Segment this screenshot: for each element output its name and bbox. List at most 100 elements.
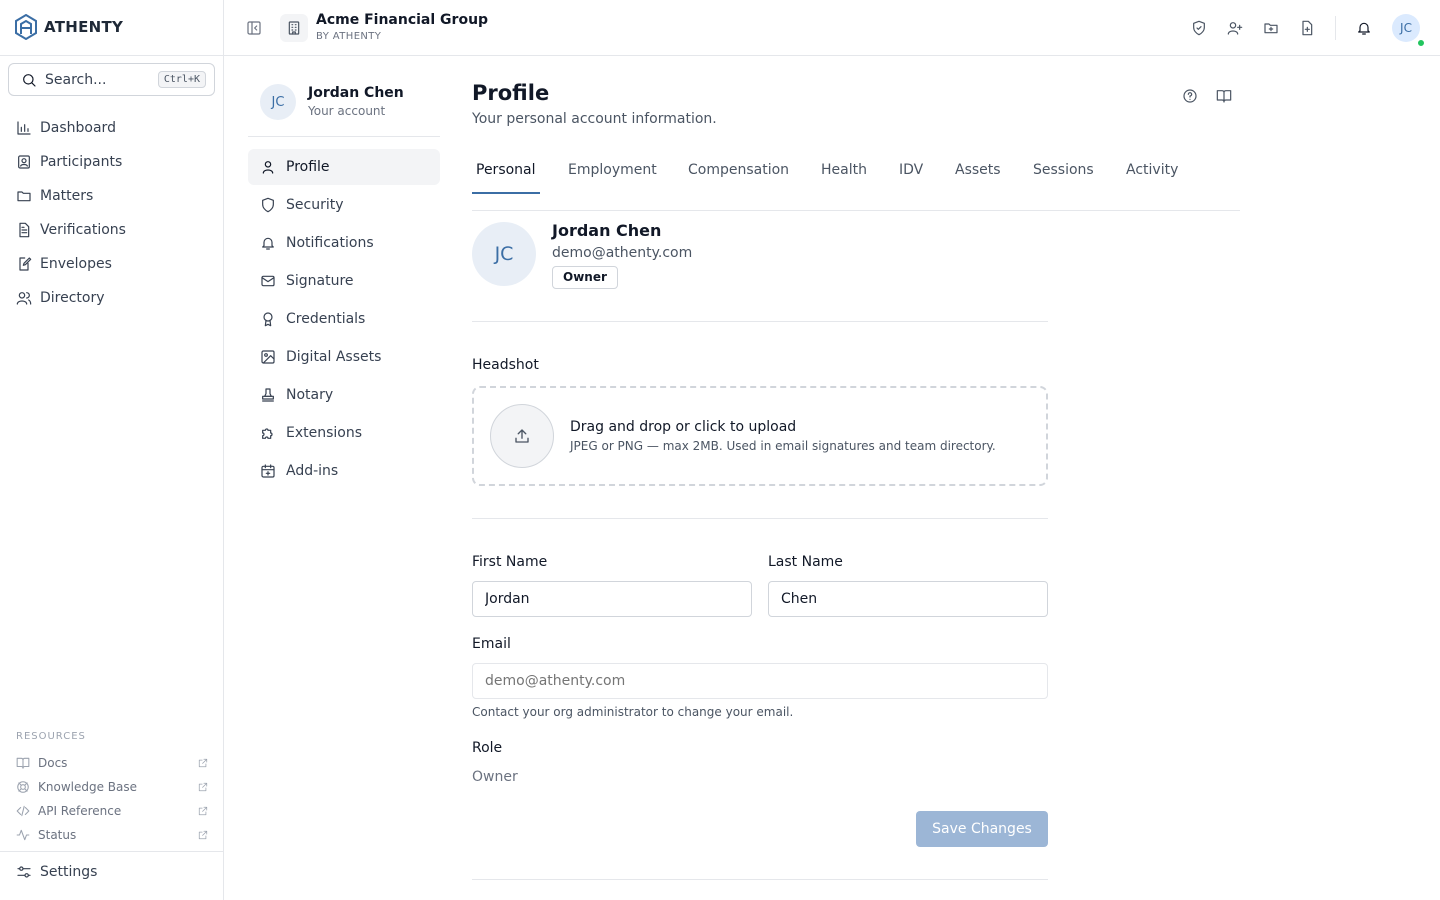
help-circle-icon[interactable]	[1182, 88, 1198, 104]
activity-icon	[16, 828, 30, 842]
sliders-icon	[16, 864, 32, 880]
file-plus-icon[interactable]	[1299, 20, 1315, 36]
building-icon[interactable]	[280, 14, 308, 42]
resource-link-docs[interactable]: Docs	[16, 751, 208, 775]
settings-nav-security[interactable]: Security	[248, 187, 440, 223]
settings-nav-digital-assets[interactable]: Digital Assets	[248, 339, 440, 375]
external-link-icon	[198, 758, 208, 768]
tab-sessions[interactable]: Sessions	[1029, 150, 1098, 194]
settings-nav-label: Notary	[286, 387, 334, 403]
award-icon	[260, 311, 276, 327]
settings-nav-label: Signature	[286, 273, 354, 289]
nav-label: Matters	[40, 188, 94, 204]
resource-link-knowledge-base[interactable]: Knowledge Base	[16, 775, 208, 799]
headshot-label: Headshot	[472, 357, 539, 373]
resources-list: Docs Knowledge Base API Reference Status	[16, 751, 208, 847]
tab-employment[interactable]: Employment	[564, 150, 661, 194]
image-icon	[260, 349, 276, 365]
settings-nav: Profile Security Notifications Signature…	[248, 149, 440, 491]
account-subtitle: Your account	[308, 104, 386, 118]
user-plus-icon[interactable]	[1227, 20, 1243, 36]
divider	[472, 518, 1048, 519]
search-input[interactable]: Search... Ctrl+K	[8, 63, 215, 96]
page-subtitle: Your personal account information.	[472, 111, 717, 127]
tab-idv[interactable]: IDV	[895, 150, 927, 194]
nav-item-directory[interactable]: Directory	[8, 281, 215, 315]
resource-link-status[interactable]: Status	[16, 823, 208, 847]
page-title: Profile	[472, 81, 550, 105]
app-sidebar: ATHENTY Search... Ctrl+K Dashboard Parti…	[0, 0, 224, 900]
settings-label: Settings	[40, 864, 98, 880]
settings-nav-label: Extensions	[286, 425, 363, 441]
user-avatar-button[interactable]: JC	[1392, 14, 1420, 42]
bar-chart-icon	[16, 120, 32, 136]
users-icon	[16, 290, 32, 306]
settings-nav-notifications[interactable]: Notifications	[248, 225, 440, 261]
resource-link-api-reference[interactable]: API Reference	[16, 799, 208, 823]
shield-icon	[260, 197, 276, 213]
shield-check-icon[interactable]	[1191, 20, 1207, 36]
bell-icon[interactable]	[1356, 20, 1372, 36]
divider	[1335, 16, 1336, 40]
nav-label: Dashboard	[40, 120, 116, 136]
email-field[interactable]	[472, 663, 1048, 699]
resource-label: Knowledge Base	[38, 780, 137, 794]
settings-nav-label: Security	[286, 197, 344, 213]
tab-activity[interactable]: Activity	[1122, 150, 1182, 194]
athenty-logo-icon	[14, 14, 38, 40]
settings-nav-label: Profile	[286, 159, 330, 175]
save-changes-button[interactable]: Save Changes	[916, 811, 1048, 847]
account-name: Jordan Chen	[308, 85, 404, 101]
tab-personal[interactable]: Personal	[472, 150, 540, 194]
nav-item-verifications[interactable]: Verifications	[8, 213, 215, 247]
nav-item-participants[interactable]: Participants	[8, 145, 215, 179]
tab-compensation[interactable]: Compensation	[684, 150, 793, 194]
settings-link[interactable]: Settings	[16, 864, 97, 880]
nav-item-dashboard[interactable]: Dashboard	[8, 111, 215, 145]
folder-plus-icon[interactable]	[1263, 20, 1279, 36]
first-name-field[interactable]	[472, 581, 752, 617]
settings-nav-add-ins[interactable]: Add-ins	[248, 453, 440, 489]
settings-nav-label: Add-ins	[286, 463, 339, 479]
nav-label: Envelopes	[40, 256, 112, 272]
settings-nav-credentials[interactable]: Credentials	[248, 301, 440, 337]
search-icon	[21, 72, 37, 88]
contact-card-icon	[16, 154, 32, 170]
book-open-icon[interactable]	[1216, 88, 1232, 104]
last-name-field[interactable]	[768, 581, 1048, 617]
upload-hint: JPEG or PNG — max 2MB. Used in email sig…	[570, 439, 996, 453]
external-link-icon	[198, 830, 208, 840]
settings-nav-label: Notifications	[286, 235, 374, 251]
org-subtitle: BY ATHENTY	[316, 31, 382, 42]
org-name[interactable]: Acme Financial Group	[316, 12, 488, 28]
profile-name: Jordan Chen	[552, 221, 662, 240]
settings-nav-notary[interactable]: Notary	[248, 377, 440, 413]
last-name-label: Last Name	[768, 554, 843, 570]
role-badge: Owner	[552, 266, 618, 289]
main-nav: Dashboard Participants Matters Verificat…	[8, 111, 215, 315]
tab-health[interactable]: Health	[817, 150, 871, 194]
headshot-upload-dropzone[interactable]: Drag and drop or click to upload JPEG or…	[472, 386, 1048, 486]
role-value: Owner	[472, 769, 518, 785]
sidebar-toggle-icon[interactable]	[246, 20, 262, 36]
external-link-icon	[198, 782, 208, 792]
upload-title: Drag and drop or click to upload	[570, 419, 797, 435]
divider	[248, 136, 440, 137]
settings-nav-profile[interactable]: Profile	[248, 149, 440, 185]
settings-nav-extensions[interactable]: Extensions	[248, 415, 440, 451]
nav-item-envelopes[interactable]: Envelopes	[8, 247, 215, 281]
nav-item-matters[interactable]: Matters	[8, 179, 215, 213]
divider	[0, 55, 223, 56]
search-placeholder: Search...	[45, 71, 107, 88]
brand[interactable]: ATHENTY	[14, 14, 123, 40]
settings-nav-signature[interactable]: Signature	[248, 263, 440, 299]
profile-tabs: Personal Employment Compensation Health …	[472, 150, 1240, 211]
folder-icon	[16, 188, 32, 204]
file-check-icon	[16, 222, 32, 238]
nav-label: Participants	[40, 154, 123, 170]
brand-name: ATHENTY	[44, 18, 124, 36]
tab-assets[interactable]: Assets	[951, 150, 1005, 194]
file-pen-icon	[16, 256, 32, 272]
resource-label: Docs	[38, 756, 68, 770]
bell-icon	[260, 235, 276, 251]
